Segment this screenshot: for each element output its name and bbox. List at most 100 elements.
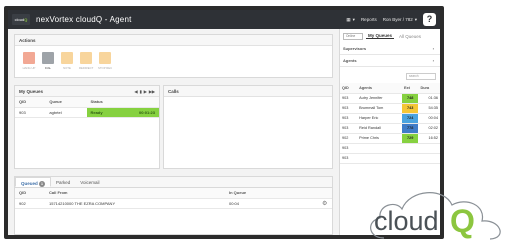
brand-q: Q [450, 203, 475, 239]
agent-ext [402, 143, 419, 154]
call-from: 15714210000 THE EZRA COMPANY [45, 198, 225, 209]
cloudq-logo: cloud Q [370, 192, 501, 240]
actions-panel: Actions HANG UP DIAL NOTE REDIRECT STOP REC [14, 34, 333, 78]
action-label: NOTE [63, 66, 71, 70]
col-call-from: Call From [45, 188, 225, 199]
actions-title: Actions [15, 35, 332, 46]
action-stop-rec-button[interactable]: STOP REC [98, 52, 112, 70]
table-row[interactable]: 903 agbrtel Ready 00:01:23 [15, 107, 159, 118]
chevron-down-icon: ▾ [352, 16, 355, 22]
agent-row[interactable]: 903 Reid Randall 778 02:02 [340, 123, 440, 134]
action-dial-button[interactable]: DIAL [41, 52, 55, 70]
agent-duration: 16:52 [418, 133, 440, 144]
agent-row[interactable]: 903 Harper Eric 724 00:04 [340, 113, 440, 124]
col-agents: Agents [357, 83, 402, 94]
agent-ext [402, 153, 419, 164]
action-icon [42, 52, 54, 64]
tab-parked[interactable]: Parked [51, 177, 75, 187]
agent-row[interactable]: 903 [340, 153, 440, 164]
agent-duration: 01:36 [418, 93, 440, 104]
tab-voicemail[interactable]: Voicemail [75, 177, 104, 187]
action-label: REDIRECT [79, 66, 94, 70]
top-bar: cloudQ nexVortex cloudQ - Agent ▦ ▾ Repor… [8, 10, 440, 29]
my-queues-title: My Queues [19, 88, 44, 94]
tab-my-queues[interactable]: My Queues [366, 33, 395, 39]
col-ext: Ext [402, 83, 419, 94]
col-qid: QID [15, 188, 45, 199]
col-qid: QID [15, 97, 46, 108]
agent-duration: 00:04 [418, 113, 440, 124]
tab-queued[interactable]: Queued 1 [15, 177, 52, 187]
gear-icon[interactable]: ⚙ [322, 201, 327, 207]
my-queues-panel: My Queues ◀ ▮ ▶ ▶▶ QID Queue Status 903 … [14, 85, 160, 169]
queue-tabs-panel: Queued 1 Parked Voicemail QID Call From … [14, 176, 333, 235]
calls-title: Calls [164, 86, 332, 97]
agent-name [357, 143, 402, 154]
agents-section[interactable]: Agents › [340, 55, 440, 67]
agent-name: Prime Chris [357, 133, 402, 144]
status-dropdown[interactable]: Online [343, 32, 363, 40]
tab-all-queues[interactable]: All Queues [397, 34, 423, 39]
agent-name: Brummall Tom [357, 103, 402, 114]
prev-icon[interactable]: ◀ [134, 86, 137, 97]
agent-qid: 902 [340, 133, 358, 144]
table-row[interactable]: 902 15714210000 THE EZRA COMPANY 00:04 ⚙ [15, 198, 332, 209]
col-duration: Dura [418, 83, 440, 94]
reports-link[interactable]: Reports [361, 17, 377, 22]
app-logo: cloudQ [12, 14, 30, 25]
brand-word: cloud [374, 206, 439, 236]
next-icon[interactable]: ▶ [144, 86, 147, 97]
my-queues-table: QID Queue Status 903 agbrtel Ready 00:01:… [15, 97, 159, 118]
help-icon[interactable]: ? [423, 13, 436, 26]
action-label: DIAL [44, 66, 52, 70]
agents-table: QID Agents Ext Dura 903 Autry Jennifer 748… [340, 83, 440, 164]
agent-qid: 903 [340, 143, 358, 154]
user-menu[interactable]: Ron Byer / 782 ▾ [383, 17, 417, 23]
agent-qid: 903 [340, 103, 358, 114]
action-note-button[interactable]: NOTE [60, 52, 74, 70]
action-icon [61, 52, 73, 64]
agent-ext: 729 [402, 133, 419, 144]
agent-row[interactable]: 902 Prime Chris 729 16:52 [340, 133, 440, 144]
agent-search-input[interactable]: search [406, 73, 436, 80]
call-in-queue: 00:04 [225, 198, 318, 209]
supervisors-section[interactable]: Supervisors › [340, 43, 440, 55]
action-label: HANG UP [22, 66, 36, 70]
queue-qid: 903 [15, 107, 46, 118]
pause-icon[interactable]: ▮ [140, 86, 142, 97]
action-icon [23, 52, 35, 64]
agent-duration: 02:02 [418, 123, 440, 134]
action-icon [80, 52, 92, 64]
agent-duration: 54:35 [418, 103, 440, 114]
action-label: STOP REC [98, 66, 113, 70]
agent-qid: 903 [340, 93, 358, 104]
action-hang-up-button[interactable]: HANG UP [22, 52, 36, 70]
notes-menu[interactable]: ▦ ▾ [346, 17, 355, 23]
agent-ext: 778 [402, 123, 419, 134]
agent-name [357, 153, 402, 164]
col-status: Status [86, 97, 159, 108]
call-qid: 902 [15, 198, 45, 209]
chevron-right-icon: › [432, 58, 434, 63]
agent-qid: 903 [340, 153, 358, 164]
agent-ext: 748 [402, 93, 419, 104]
document-icon: ▦ [346, 16, 351, 22]
last-icon[interactable]: ▶▶ [149, 86, 155, 97]
col-in-queue: In Queue [225, 188, 318, 199]
chevron-right-icon: › [432, 46, 434, 51]
app-title: nexVortex cloudQ - Agent [36, 15, 132, 24]
calls-panel: Calls [163, 85, 333, 169]
action-redirect-button[interactable]: REDIRECT [79, 52, 93, 70]
agent-row[interactable]: 903 Brummall Tom 743 54:35 [340, 103, 440, 114]
status-badge[interactable]: Ready 00:01:23 [86, 107, 159, 118]
agent-name: Harper Eric [357, 113, 402, 124]
agent-qid: 903 [340, 113, 358, 124]
agent-duration [418, 143, 440, 154]
col-queue: Queue [45, 97, 87, 108]
chevron-down-icon: ▾ [414, 16, 417, 22]
queue-name: agbrtel [45, 107, 87, 118]
agent-name: Reid Randall [357, 123, 402, 134]
action-icon [99, 52, 111, 64]
agent-row[interactable]: 903 [340, 143, 440, 154]
agent-row[interactable]: 903 Autry Jennifer 748 01:36 [340, 93, 440, 104]
